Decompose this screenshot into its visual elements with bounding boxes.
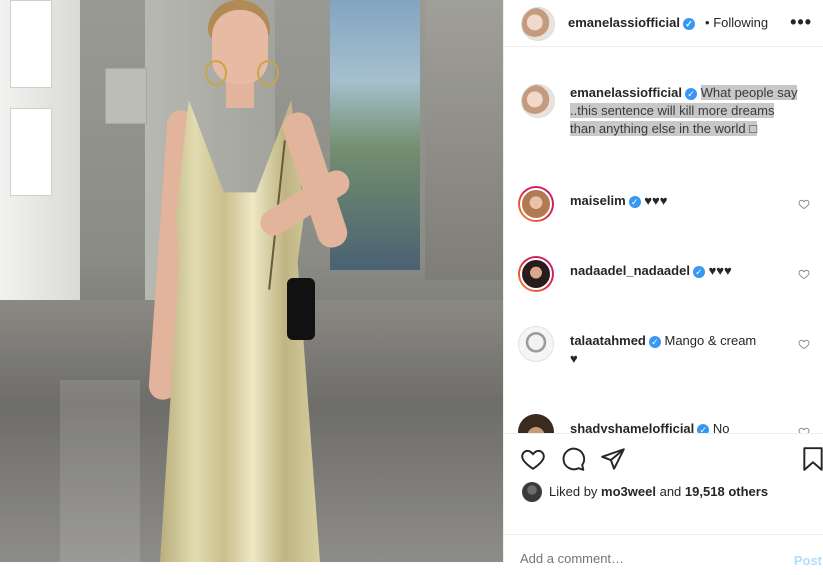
like-comment-heart-icon[interactable] [798,426,810,433]
post-photo[interactable] [0,0,503,562]
like-comment-heart-icon[interactable] [798,198,810,210]
caption-author-username[interactable]: emanelassiofficial [570,85,682,100]
likes-prefix: Liked by [549,484,598,499]
post-side-panel: emanelassiofficial ✓ • Following ••• eman… [503,0,823,568]
photo-detail [10,0,52,88]
commenter-username[interactable]: shadyshamelofficial [570,421,694,433]
author-username-text[interactable]: emanelassiofficial [568,15,680,30]
comment-text: Mango & cream [664,333,757,348]
heart-icon[interactable] [520,446,546,472]
comment-text: ♥♥♥ [644,193,668,208]
add-comment-bar: Post [504,534,823,575]
comment-body: shadyshamelofficial ✓ No [570,420,790,433]
comment-item: maiselim ✓ ♥♥♥ [504,186,823,226]
liker-avatar[interactable] [522,482,542,502]
likes-count[interactable]: 19,518 [685,484,725,499]
comments-list: emanelassiofficial ✓ What people say ..th… [504,46,823,433]
likes-and: and [659,484,682,499]
photo-door [425,0,503,280]
photo-earring [205,60,227,86]
verified-badge-icon: ✓ [648,335,661,348]
follow-separator: • [705,15,710,30]
commenter-avatar[interactable] [518,186,554,222]
commenter-avatar[interactable] [518,414,554,433]
caption-text-line: ..this sentence will kill more dreams [570,103,775,118]
comment-text: No [712,421,730,433]
caption-text-line: What people say [700,85,798,100]
comment-icon[interactable] [560,446,586,472]
caption-author-avatar[interactable] [521,84,555,118]
post-actions [504,433,823,484]
photo-earring [257,60,279,86]
photo-detail [10,108,52,196]
post-caption: emanelassiofficial ✓ What people say ..th… [570,84,810,138]
commenter-username[interactable]: maiselim [570,193,626,208]
photo-reflection [60,380,140,562]
post-comment-button[interactable]: Post [794,553,822,568]
caption-text-line: than anything else in the world □ [570,121,758,136]
commenter-avatar[interactable] [518,326,554,362]
comment-text: ♥♥♥ [708,263,732,278]
author-avatar[interactable] [521,7,555,41]
photo-frame [105,68,147,124]
comment-item: talaatahmed ✓ Mango & cream ♥ [504,326,823,366]
liker-username[interactable]: mo3weel [601,484,656,499]
comment-text-continued: ♥ [570,351,578,366]
comment-item: nadaadel_nadaadel ✓ ♥♥♥ [504,256,823,296]
post-header: emanelassiofficial ✓ • Following ••• [504,0,823,47]
commenter-username[interactable]: nadaadel_nadaadel [570,263,690,278]
like-comment-heart-icon[interactable] [798,338,810,350]
photo-bag [287,278,315,340]
comment-body: maiselim ✓ ♥♥♥ [570,192,790,210]
more-options-icon[interactable]: ••• [790,12,812,33]
likes-summary: Liked by mo3weel and 19,518 others [504,480,823,504]
author-username[interactable]: emanelassiofficial ✓ [568,15,695,30]
comment-body: talaatahmed ✓ Mango & cream ♥ [570,332,790,368]
verified-badge-icon: ✓ [697,423,710,433]
verified-badge-icon: ✓ [685,87,697,100]
like-comment-heart-icon[interactable] [798,268,810,280]
verified-badge-icon: ✓ [628,195,641,208]
verified-badge-icon: ✓ [683,17,695,30]
likes-others[interactable]: others [728,484,768,499]
comment-item: shadyshamelofficial ✓ No [504,414,823,433]
bookmark-icon[interactable] [800,446,823,472]
follow-status[interactable]: • Following [705,15,768,30]
commenter-avatar[interactable] [518,256,554,292]
likes-text: Liked by mo3weel and 19,518 others [549,484,768,499]
comment-body: nadaadel_nadaadel ✓ ♥♥♥ [570,262,790,280]
following-button[interactable]: Following [713,15,768,30]
commenter-username[interactable]: talaatahmed [570,333,646,348]
share-icon[interactable] [600,446,626,472]
add-comment-input[interactable] [520,551,760,566]
verified-badge-icon: ✓ [692,265,705,278]
